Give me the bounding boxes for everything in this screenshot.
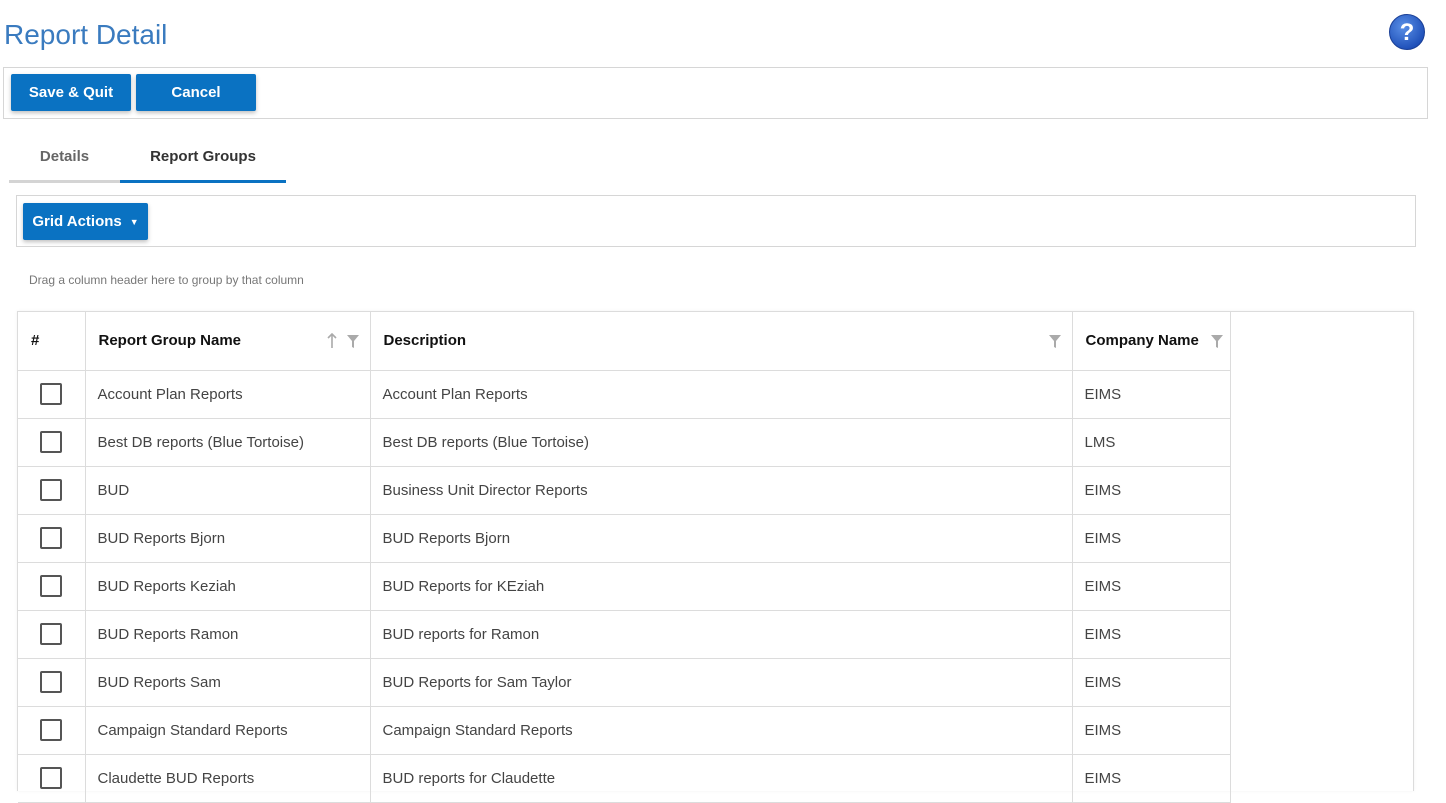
cell-company-name: EIMS	[1072, 610, 1231, 659]
header-row: # Report Group Name Description Company …	[18, 312, 1231, 371]
cell-description: BUD reports for Claudette	[370, 754, 1073, 803]
table-row[interactable]: BUD Reports Ramon BUD reports for Ramon …	[18, 610, 1231, 659]
cell-company-name: EIMS	[1072, 514, 1231, 563]
row-select-cell	[18, 466, 86, 515]
help-icon[interactable]: ?	[1388, 13, 1426, 51]
cell-company-name: EIMS	[1072, 466, 1231, 515]
page-title: Report Detail	[4, 19, 168, 50]
cell-company-name: EIMS	[1072, 706, 1231, 755]
table-row[interactable]: BUD Reports Keziah BUD Reports for KEzia…	[18, 562, 1231, 611]
action-toolbar: Save & Quit Cancel	[3, 67, 1428, 119]
cell-description: BUD Reports Bjorn	[370, 514, 1073, 563]
cell-description: Campaign Standard Reports	[370, 706, 1073, 755]
tab-bar: Details Report Groups	[9, 138, 286, 183]
column-header-name-label: Report Group Name	[98, 332, 242, 350]
cell-description: Account Plan Reports	[370, 370, 1073, 419]
row-checkbox[interactable]	[40, 671, 63, 693]
row-checkbox[interactable]	[40, 767, 63, 789]
table-row[interactable]: Claudette BUD Reports BUD reports for Cl…	[18, 754, 1231, 803]
cell-report-group-name: Campaign Standard Reports	[85, 706, 371, 755]
svg-text:?: ?	[1400, 19, 1415, 46]
filter-icon[interactable]	[1048, 333, 1062, 349]
column-header-report-group-name[interactable]: Report Group Name	[85, 312, 371, 371]
cell-company-name: LMS	[1072, 418, 1231, 467]
cell-report-group-name: BUD	[85, 466, 371, 515]
grid-toolbar: Grid Actions ▼	[16, 195, 1416, 247]
table-row[interactable]: BUD Reports Bjorn BUD Reports Bjorn EIMS	[18, 514, 1231, 563]
row-checkbox[interactable]	[40, 575, 63, 597]
table-row[interactable]: Campaign Standard Reports Campaign Stand…	[18, 706, 1231, 755]
cell-description: Business Unit Director Reports	[370, 466, 1073, 515]
column-header-company-name[interactable]: Company Name	[1072, 312, 1231, 371]
column-header-description[interactable]: Description	[370, 312, 1073, 371]
cell-company-name: EIMS	[1072, 658, 1231, 707]
cell-report-group-name: BUD Reports Sam	[85, 658, 371, 707]
tab-report-groups[interactable]: Report Groups	[120, 138, 286, 183]
cell-report-group-name: BUD Reports Ramon	[85, 610, 371, 659]
row-select-cell	[18, 706, 86, 755]
row-checkbox[interactable]	[40, 527, 63, 549]
filter-icon[interactable]	[1210, 333, 1224, 349]
cell-report-group-name: Claudette BUD Reports	[85, 754, 371, 803]
cell-report-group-name: BUD Reports Keziah	[85, 562, 371, 611]
row-checkbox[interactable]	[40, 719, 63, 741]
cell-description: BUD Reports for Sam Taylor	[370, 658, 1073, 707]
cell-report-group-name: Best DB reports (Blue Tortoise)	[85, 418, 371, 467]
grid-actions-button[interactable]: Grid Actions ▼	[23, 203, 148, 240]
sort-ascending-icon[interactable]	[326, 332, 338, 349]
cancel-button[interactable]: Cancel	[136, 74, 256, 111]
group-by-hint: Drag a column header here to group by th…	[29, 273, 304, 287]
row-select-cell	[18, 418, 86, 467]
cell-description: BUD reports for Ramon	[370, 610, 1073, 659]
caret-down-icon: ▼	[129, 216, 139, 227]
row-checkbox[interactable]	[40, 479, 63, 501]
save-quit-button[interactable]: Save & Quit	[11, 74, 131, 111]
column-header-number-label: #	[31, 332, 40, 350]
row-checkbox[interactable]	[40, 623, 63, 645]
report-groups-grid: # Report Group Name Description Company …	[17, 311, 1414, 803]
row-select-cell	[18, 610, 86, 659]
column-header-description-label: Description	[383, 332, 467, 350]
table-row[interactable]: Best DB reports (Blue Tortoise) Best DB …	[18, 418, 1231, 467]
table-row[interactable]: BUD Business Unit Director Reports EIMS	[18, 466, 1231, 515]
row-select-cell	[18, 562, 86, 611]
row-select-cell	[18, 754, 86, 803]
grid-actions-label: Grid Actions	[32, 213, 122, 230]
cell-company-name: EIMS	[1072, 562, 1231, 611]
cell-report-group-name: Account Plan Reports	[85, 370, 371, 419]
cell-description: BUD Reports for KEziah	[370, 562, 1073, 611]
column-header-company-label: Company Name	[1085, 332, 1199, 350]
grid-table: # Report Group Name Description Company …	[18, 312, 1231, 803]
cell-report-group-name: BUD Reports Bjorn	[85, 514, 371, 563]
row-select-cell	[18, 370, 86, 419]
row-checkbox[interactable]	[40, 431, 63, 453]
tab-details[interactable]: Details	[9, 138, 120, 183]
cell-description: Best DB reports (Blue Tortoise)	[370, 418, 1073, 467]
row-select-cell	[18, 514, 86, 563]
row-checkbox[interactable]	[40, 383, 63, 405]
filter-icon[interactable]	[346, 333, 360, 349]
table-row[interactable]: BUD Reports Sam BUD Reports for Sam Tayl…	[18, 658, 1231, 707]
column-header-number: #	[18, 312, 86, 371]
cell-company-name: EIMS	[1072, 754, 1231, 803]
table-row[interactable]: Account Plan Reports Account Plan Report…	[18, 370, 1231, 419]
row-select-cell	[18, 658, 86, 707]
cell-company-name: EIMS	[1072, 370, 1231, 419]
